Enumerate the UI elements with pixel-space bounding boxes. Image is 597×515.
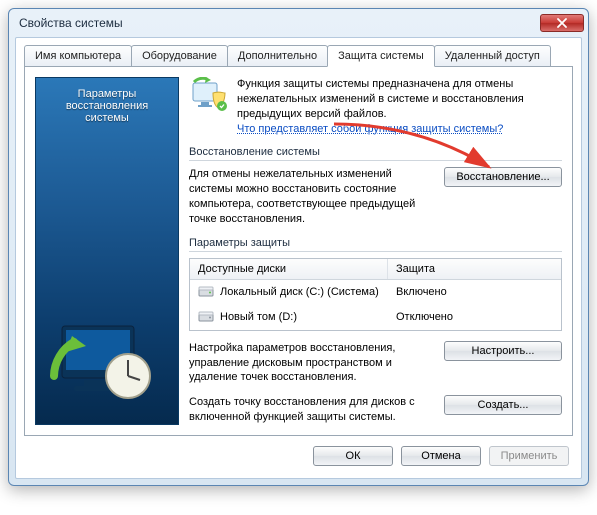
tab-computer-name[interactable]: Имя компьютера	[24, 45, 132, 67]
side-banner-title: Параметры восстановления системы	[36, 78, 178, 134]
tab-remote[interactable]: Удаленный доступ	[434, 45, 551, 67]
side-banner-line2: восстановления	[40, 100, 174, 112]
drive-icon	[198, 309, 214, 326]
tab-system-protection[interactable]: Защита системы	[327, 45, 435, 67]
group-restore: Восстановление системы Для отмены нежела…	[189, 146, 562, 226]
tab-panel-system-protection: Параметры восстановления системы	[24, 66, 573, 436]
close-icon	[557, 18, 567, 28]
side-banner: Параметры восстановления системы	[35, 77, 179, 425]
client-area: Имя компьютера Оборудование Дополнительн…	[15, 37, 582, 479]
apply-button[interactable]: Применить	[489, 446, 569, 466]
description-row: Функция защиты системы предназначена для…	[189, 77, 562, 136]
system-properties-window: Свойства системы Имя компьютера Оборудов…	[8, 8, 589, 486]
side-banner-line1: Параметры	[40, 88, 174, 100]
tab-hardware[interactable]: Оборудование	[131, 45, 228, 67]
group-protection-box: Доступные диски Защита Локальный	[189, 251, 562, 425]
description-body: Функция защиты системы предназначена для…	[237, 78, 524, 120]
content-column: Функция защиты системы предназначена для…	[189, 77, 562, 425]
drives-table-header: Доступные диски Защита	[190, 259, 561, 280]
table-row[interactable]: Локальный диск (С:) (Система) Включено	[190, 280, 561, 305]
cancel-button[interactable]: Отмена	[401, 446, 481, 466]
drive-status: Отключено	[396, 311, 453, 323]
table-row[interactable]: Новый том (D:) Отключено	[190, 305, 561, 330]
system-restore-button[interactable]: Восстановление...	[444, 167, 562, 187]
group-restore-title: Восстановление системы	[189, 146, 562, 160]
drives-table-body: Локальный диск (С:) (Система) Включено	[190, 280, 561, 330]
drive-name: Новый том (D:)	[220, 311, 297, 323]
close-button[interactable]	[540, 14, 584, 32]
col-header-protection[interactable]: Защита	[388, 259, 561, 279]
group-restore-box: Для отмены нежелательных изменений систе…	[189, 160, 562, 226]
monitor-clock-illustration	[36, 306, 178, 416]
learn-more-link[interactable]: Что представляет собой функция защиты си…	[237, 123, 503, 135]
side-banner-line3: системы	[40, 112, 174, 124]
drives-table: Доступные диски Защита Локальный	[189, 258, 562, 331]
window-title: Свойства системы	[19, 16, 123, 30]
drive-name: Локальный диск (С:) (Система)	[220, 286, 379, 298]
configure-row: Настройка параметров восстановления, упр…	[189, 341, 562, 386]
tab-advanced[interactable]: Дополнительно	[227, 45, 328, 67]
create-text: Создать точку восстановления для дисков …	[189, 395, 432, 425]
description-text: Функция защиты системы предназначена для…	[237, 77, 562, 136]
create-row: Создать точку восстановления для дисков …	[189, 395, 562, 425]
drive-status: Включено	[396, 286, 447, 298]
group-protection: Параметры защиты Доступные диски Защита	[189, 237, 562, 425]
dialog-footer: ОК Отмена Применить	[24, 436, 573, 470]
titlebar: Свойства системы	[9, 9, 588, 37]
group-protection-title: Параметры защиты	[189, 237, 562, 251]
tab-strip: Имя компьютера Оборудование Дополнительн…	[24, 45, 573, 67]
ok-button[interactable]: ОК	[313, 446, 393, 466]
configure-button[interactable]: Настроить...	[444, 341, 562, 361]
shield-monitor-icon	[189, 77, 229, 136]
restore-description: Для отмены нежелательных изменений систе…	[189, 167, 432, 226]
drive-icon	[198, 284, 214, 301]
configure-text: Настройка параметров восстановления, упр…	[189, 341, 432, 386]
create-restore-point-button[interactable]: Создать...	[444, 395, 562, 415]
col-header-drive[interactable]: Доступные диски	[190, 259, 388, 279]
